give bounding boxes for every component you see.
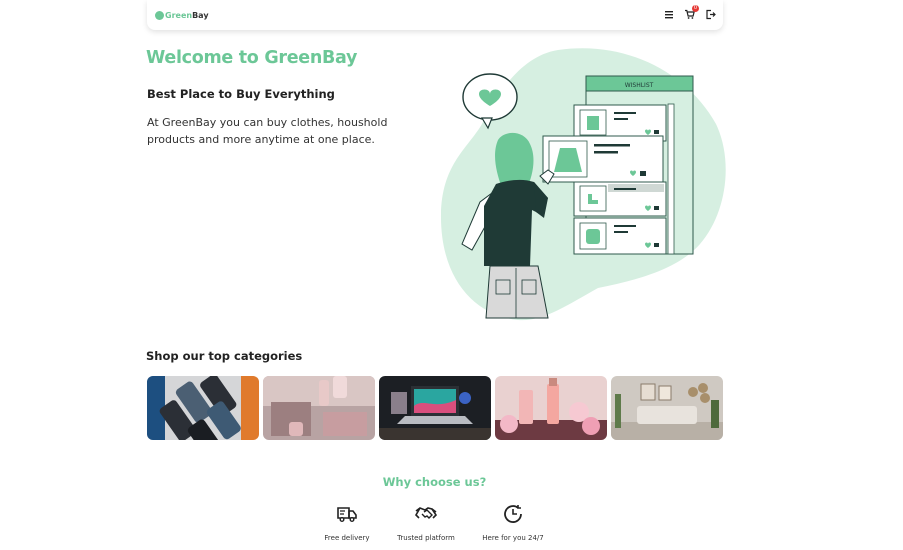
woman-jeans (485, 265, 549, 319)
logo[interactable]: Green Bay (155, 8, 209, 22)
navbar: Green Bay 0 (147, 0, 723, 30)
cart-badge: 0 (692, 5, 699, 12)
handshake-icon (415, 507, 438, 519)
feature-trusted-platform: Trusted platform (386, 502, 466, 542)
category-laptops[interactable] (379, 376, 491, 440)
logout-icon[interactable] (704, 8, 717, 21)
category-household[interactable] (263, 376, 375, 440)
category-phones[interactable] (147, 376, 259, 440)
feature-label: Trusted platform (397, 534, 455, 542)
hero-illustration: WISHLIST (438, 44, 728, 324)
hero-description: At GreenBay you can buy clothes, houshol… (147, 116, 388, 146)
cart-icon[interactable]: 0 (683, 5, 699, 21)
nav-icons: 0 (662, 5, 717, 21)
feature-label: Free delivery (324, 534, 370, 542)
why-title: Why choose us? (382, 475, 487, 489)
wishlist-label: WISHLIST (625, 82, 654, 89)
logo-mark (155, 10, 164, 20)
clock-icon (504, 505, 522, 523)
hero-title: Welcome to GreenBay (146, 48, 358, 68)
feature-support: Here for you 24/7 (473, 502, 553, 542)
menu-icon[interactable] (662, 8, 675, 21)
category-furniture[interactable] (611, 376, 723, 440)
hero-subtitle: Best Place to Buy Everything (147, 87, 335, 101)
logo-text-green: Green (165, 10, 193, 20)
truck-icon (337, 507, 357, 522)
feature-label: Here for you 24/7 (482, 534, 544, 542)
logo-text-bay: Bay (192, 10, 209, 20)
category-beauty[interactable] (495, 376, 607, 440)
category-list (147, 376, 723, 440)
categories-title: Shop our top categories (146, 349, 303, 363)
feature-free-delivery: Free delivery (307, 502, 387, 542)
